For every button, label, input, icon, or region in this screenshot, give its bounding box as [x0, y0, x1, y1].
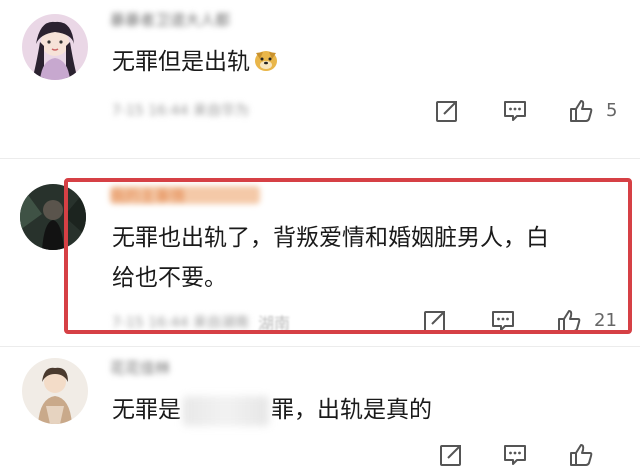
thumbs-up-icon — [558, 310, 581, 332]
thumbs-up-icon — [570, 444, 593, 466]
share-icon — [440, 445, 461, 466]
comment-location: 湖南 — [258, 314, 291, 333]
comment-icon — [492, 311, 514, 331]
share-icon — [424, 311, 445, 332]
share-button[interactable] — [436, 440, 466, 467]
avatar[interactable] — [22, 14, 88, 80]
divider — [0, 158, 640, 159]
comment-item: 花花佳林 无罪是 罪，出轨是真的 — [0, 348, 640, 467]
comment-button[interactable] — [488, 306, 518, 336]
divider — [0, 346, 640, 347]
comment-text: 无罪但是出轨 — [112, 42, 279, 82]
comment-item: 我的主事情 无罪也出轨了，背叛爱情和婚姻脏男人，白 给也不要。 7-15 16:… — [0, 160, 640, 340]
comment-icon — [504, 445, 526, 465]
avatar[interactable] — [22, 358, 88, 424]
comment-text: 无罪是 罪，出轨是真的 — [112, 390, 432, 430]
like-button[interactable] — [566, 440, 596, 467]
like-button[interactable] — [566, 96, 596, 126]
thumbs-up-icon — [570, 100, 593, 122]
like-count: 21 — [594, 310, 617, 331]
doge-emoji-icon — [253, 47, 279, 73]
comment-button[interactable] — [500, 96, 530, 126]
like-count: 5 — [606, 100, 618, 121]
comment-text: 无罪也出轨了，背叛爱情和婚姻脏男人，白 给也不要。 — [112, 225, 549, 291]
share-button[interactable] — [420, 306, 450, 336]
censored-text — [183, 395, 269, 426]
like-button[interactable] — [554, 306, 584, 336]
username[interactable]: 暴暴者卫道大人都 — [110, 10, 270, 29]
avatar[interactable] — [20, 184, 86, 250]
comment-meta: 7-15 16:44 来自湖南 — [112, 315, 250, 330]
username[interactable]: 我的主事情 — [110, 186, 260, 205]
comment-button[interactable] — [500, 440, 530, 467]
comment-icon — [504, 101, 526, 121]
comment-item: 暴暴者卫道大人都 无罪但是出轨 7-15 16:44 来自华为 5 — [0, 0, 640, 150]
comment-meta: 7-15 16:44 来自华为 — [112, 103, 250, 119]
share-icon — [436, 101, 457, 122]
share-button[interactable] — [432, 96, 462, 126]
username[interactable]: 花花佳林 — [110, 358, 202, 377]
